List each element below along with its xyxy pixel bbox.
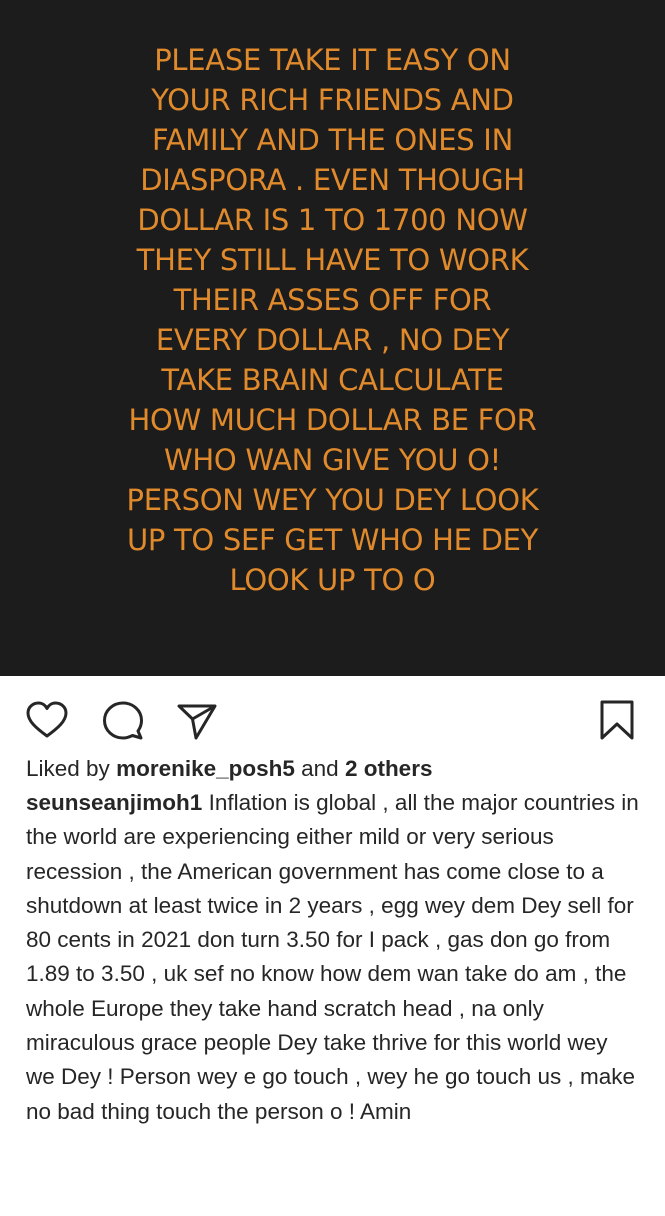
likes-prefix: Liked by [26,756,117,781]
post-image-text: PLEASE TAKE IT EASY ON YOUR RICH FRIENDS… [126,43,539,597]
action-bar [0,676,665,758]
likes-middle: and [294,756,345,781]
post-image[interactable]: PLEASE TAKE IT EASY ON YOUR RICH FRIENDS… [0,0,665,676]
heart-icon[interactable] [24,698,70,744]
caption-text: Inflation is global , all the major coun… [26,790,639,1124]
send-icon[interactable] [174,698,220,744]
bookmark-icon[interactable] [594,698,640,744]
likes-others-link[interactable]: 2 others [345,756,433,781]
caption: seunseanjimoh1 Inflation is global , all… [0,786,665,1129]
liked-by-user-link[interactable]: morenike_posh5 [116,756,295,781]
caption-username-link[interactable]: seunseanjimoh1 [26,790,202,815]
comment-icon[interactable] [100,698,146,744]
